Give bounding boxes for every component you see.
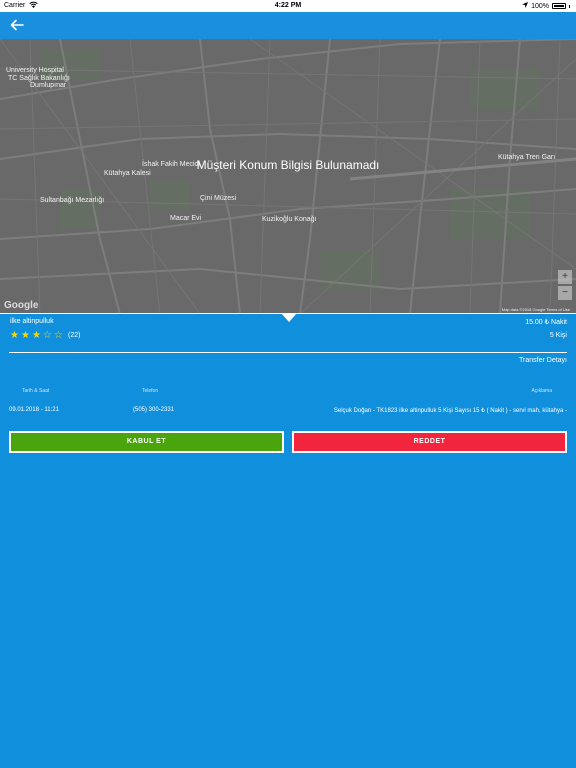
map-label: Sultanbağı Mezarlığı [40, 197, 105, 204]
pull-indicator-icon[interactable] [281, 313, 297, 322]
price-label: 15.00 ₺ Nakit [525, 319, 567, 326]
zoom-in-button[interactable]: + [558, 270, 572, 284]
nav-bar [0, 12, 576, 39]
transfer-detail-link[interactable]: Transfer Detayı [519, 357, 567, 364]
back-button[interactable] [8, 16, 26, 34]
battery-tip [569, 4, 570, 8]
customer-location: ilke altinpulluk [10, 318, 54, 325]
google-logo: Google [4, 300, 39, 311]
rating-stars: ★ ★ ★ ☆ ☆ [10, 330, 63, 341]
map-attribution[interactable]: Map data ©2018 Google Terms of Use [502, 307, 570, 312]
map-label: University Hospital [6, 67, 64, 74]
map-dim-overlay [0, 39, 576, 314]
star-empty-icon: ☆ [53, 330, 63, 341]
map-label: Kuzikoğlu Konağı [262, 216, 317, 223]
accept-button[interactable]: KABUL ET [9, 431, 284, 453]
star-empty-icon: ☆ [42, 330, 52, 341]
status-bar: Carrier 4:22 PM 100% [0, 0, 576, 12]
review-count: (22) [68, 332, 81, 339]
person-count: 5 Kişi [549, 332, 567, 339]
phone-header: Telefon [142, 388, 159, 394]
star-filled-icon: ★ [10, 330, 19, 341]
map-label: TC Sağlık Bakanlığı [8, 75, 70, 82]
back-arrow-icon [10, 19, 24, 31]
battery-icon [552, 3, 566, 9]
transfer-description: Selçuk Doğan - TK1823 ilke altinpulluk 5… [333, 408, 567, 414]
transfer-phone[interactable]: (505) 300-2331 [133, 407, 174, 413]
battery-percent: 100% [531, 2, 549, 10]
divider [9, 352, 567, 353]
map-message: Müşteri Konum Bilgisi Bulunamadı [196, 158, 380, 172]
map-label: Dumlupınar [30, 82, 67, 89]
map-label: Macar Evi [170, 215, 202, 222]
map-label: Çini Müzesi [200, 195, 237, 202]
status-time: 4:22 PM [274, 2, 302, 9]
reject-button[interactable]: REDDET [292, 431, 567, 453]
location-arrow-icon [522, 2, 529, 10]
status-right: 100% [522, 2, 570, 10]
description-header: Açıklama [531, 388, 552, 394]
zoom-out-button[interactable]: − [558, 286, 572, 300]
price-info: 15.00 ₺ Nakit 5 Kişi [525, 318, 567, 345]
map-view[interactable]: University Hospital TC Sağlık Bakanlığı … [0, 39, 576, 314]
star-filled-icon: ★ [20, 330, 30, 341]
transfer-date: 09.01.2018 - 11:21 [9, 407, 59, 413]
star-filled-icon: ★ [31, 330, 41, 341]
date-header: Tarih & Saat [22, 388, 50, 394]
